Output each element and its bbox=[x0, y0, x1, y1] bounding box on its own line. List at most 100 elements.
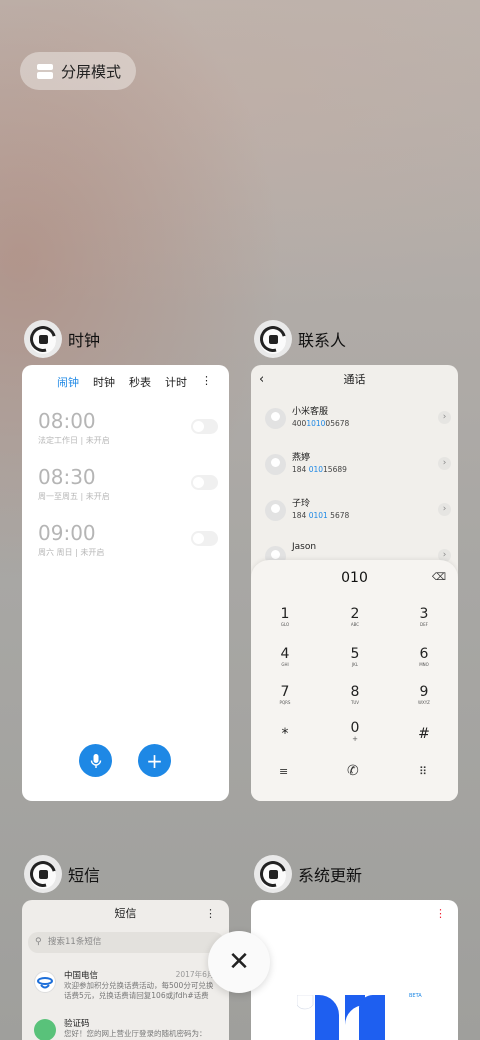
messages-app-header[interactable]: 短信 bbox=[24, 855, 100, 893]
alarm-toggle[interactable] bbox=[191, 475, 218, 490]
menu-icon[interactable]: ≡ bbox=[279, 765, 288, 778]
contact-row[interactable]: 燕婷 184 01015689 › bbox=[265, 448, 451, 482]
messages-header-title: 短信 bbox=[114, 907, 137, 920]
alarm-toggle[interactable] bbox=[191, 531, 218, 546]
key-letters: TUV bbox=[350, 700, 360, 705]
dial-key-8[interactable]: 8 TUV bbox=[335, 684, 375, 706]
dial-key-3[interactable]: 3 DEF bbox=[404, 606, 444, 628]
contacts-app-card[interactable]: ‹ 通话 小米客服 400101005678 › 燕婷 184 01015689… bbox=[251, 365, 458, 801]
contact-name: 子玲 bbox=[292, 499, 311, 509]
more-icon[interactable]: ⋮ bbox=[205, 907, 216, 920]
dial-key-6[interactable]: 6 MNO bbox=[404, 646, 444, 668]
clock-app-title: 时钟 bbox=[68, 331, 101, 350]
backspace-icon[interactable]: ⌫ bbox=[432, 572, 446, 583]
voice-alarm-button[interactable] bbox=[79, 744, 112, 777]
phone-part: 400 bbox=[292, 419, 307, 428]
telecom-logo-icon bbox=[34, 971, 56, 993]
dial-key-1[interactable]: 1 GLO bbox=[265, 606, 305, 628]
key-letters: GLO bbox=[280, 622, 290, 627]
tab-stopwatch[interactable]: 秒表 bbox=[129, 374, 151, 390]
contacts-header: ‹ 通话 bbox=[251, 365, 458, 395]
dial-key-7[interactable]: 7 PQRS bbox=[265, 684, 305, 706]
thread-preview: 您好！您的网上营业厅登录的随机密码为： bbox=[64, 1029, 207, 1038]
key-letters: + bbox=[352, 735, 358, 743]
tab-alarm[interactable]: 闹钟 bbox=[57, 374, 79, 390]
avatar bbox=[265, 500, 286, 521]
back-icon[interactable]: ‹ bbox=[259, 365, 264, 395]
messages-app-title: 短信 bbox=[68, 866, 101, 885]
messages-app-card[interactable]: 短信 ⋮ ⚲ 搜索11条短信 中国电信 2017年6月30 欢迎参加积分兑换话费… bbox=[22, 900, 229, 1040]
dial-key-0[interactable]: 0 + bbox=[335, 720, 375, 743]
phone-match: 0101 bbox=[308, 511, 328, 520]
contacts-header-title: 通话 bbox=[343, 373, 366, 386]
chevron-right-icon[interactable]: › bbox=[438, 503, 451, 516]
tab-clock[interactable]: 时钟 bbox=[93, 374, 115, 390]
contact-row[interactable]: 小米客服 400101005678 › bbox=[265, 402, 451, 436]
key-digit: 8 bbox=[350, 684, 360, 700]
split-screen-button[interactable]: 分屏模式 bbox=[20, 52, 136, 90]
clock-app-card[interactable]: 闹钟 时钟 秒表 计时 ⋮ 08:00 法定工作日 | 未开启 08:30 周一… bbox=[22, 365, 229, 801]
dialer-pad: 010 ⌫ 1 GLO 2 ABC 3 DEF 4 GHI 5 JKL 6 MNO 7 PQR… bbox=[251, 560, 458, 801]
thread-name: 中国电信 bbox=[64, 971, 99, 981]
chevron-right-icon[interactable]: › bbox=[438, 411, 451, 424]
contacts-app-icon bbox=[254, 320, 292, 358]
alarm-item[interactable]: 08:30 周一至周五 | 未开启 bbox=[38, 465, 218, 502]
key-letters: WXYZ bbox=[418, 700, 430, 705]
update-app-header[interactable]: 系统更新 bbox=[254, 855, 362, 893]
message-thread[interactable]: 中国电信 2017年6月30 欢迎参加积分兑换话费活动，每500分可兑换话费5元… bbox=[34, 969, 224, 1009]
contacts-app-header[interactable]: 联系人 bbox=[254, 320, 346, 358]
add-alarm-button[interactable]: + bbox=[138, 744, 171, 777]
key-digit: 4 bbox=[280, 646, 290, 662]
microphone-icon bbox=[90, 753, 101, 768]
dial-key-4[interactable]: 4 GHI bbox=[265, 646, 305, 668]
phone-match: 1010 bbox=[306, 419, 326, 428]
key-letters: DEF bbox=[420, 622, 428, 627]
key-letters: MNO bbox=[419, 662, 429, 667]
alarm-repeat: 法定工作日 | 未开启 bbox=[38, 436, 110, 445]
dialed-number: 010 bbox=[341, 570, 368, 586]
key-digit: 5 bbox=[350, 646, 360, 662]
dial-key-5[interactable]: 5 JKL bbox=[335, 646, 375, 668]
update-app-card[interactable]: ⋮ BETA bbox=[251, 900, 458, 1040]
contact-name: 燕婷 bbox=[292, 453, 311, 463]
miui-logo-icon bbox=[297, 995, 385, 1040]
search-input[interactable]: ⚲ 搜索11条短信 bbox=[28, 932, 224, 953]
contacts-app-title: 联系人 bbox=[298, 331, 347, 350]
more-icon[interactable]: ⋮ bbox=[201, 374, 212, 390]
split-screen-label: 分屏模式 bbox=[61, 62, 122, 81]
thread-preview: 欢迎参加积分兑换话费活动，每500分可兑换话费5元，兑换话费请回复106或jfd… bbox=[64, 981, 214, 1000]
tab-timer[interactable]: 计时 bbox=[165, 374, 187, 390]
avatar bbox=[265, 408, 286, 429]
alarm-item[interactable]: 08:00 法定工作日 | 未开启 bbox=[38, 409, 218, 446]
keypad-icon[interactable]: ⠿ bbox=[419, 765, 427, 778]
close-all-button[interactable]: ✕ bbox=[208, 931, 270, 993]
dial-key-9[interactable]: 9 WXYZ bbox=[404, 684, 444, 706]
alarm-repeat: 周六 周日 | 未开启 bbox=[38, 548, 105, 557]
contact-row[interactable]: 子玲 184 0101 5678 › bbox=[265, 494, 451, 528]
more-icon[interactable]: ⋮ bbox=[435, 907, 446, 920]
phone-part: 184 bbox=[292, 511, 309, 520]
key-digit: 0 bbox=[350, 720, 360, 736]
dial-key-star[interactable]: * bbox=[265, 726, 305, 742]
key-digit: 9 bbox=[419, 684, 429, 700]
alarm-toggle[interactable] bbox=[191, 419, 218, 434]
key-digit: 6 bbox=[419, 646, 429, 662]
alarm-item[interactable]: 09:00 周六 周日 | 未开启 bbox=[38, 521, 218, 558]
split-screen-icon bbox=[37, 63, 53, 79]
key-digit: 2 bbox=[350, 606, 360, 622]
message-thread[interactable]: 验证码 您好！您的网上营业厅登录的随机密码为： bbox=[34, 1017, 224, 1040]
key-digit: 1 bbox=[280, 606, 290, 622]
clock-app-header[interactable]: 时钟 bbox=[24, 320, 100, 358]
thread-name: 验证码 bbox=[64, 1019, 90, 1029]
key-letters: JKL bbox=[351, 662, 359, 667]
chevron-right-icon[interactable]: › bbox=[438, 457, 451, 470]
phone-part: 184 bbox=[292, 465, 309, 474]
call-icon[interactable]: ✆ bbox=[347, 763, 359, 779]
close-icon: ✕ bbox=[228, 947, 250, 977]
dial-key-2[interactable]: 2 ABC bbox=[335, 606, 375, 628]
contact-name: 小米客服 bbox=[292, 407, 329, 417]
search-icon: ⚲ bbox=[35, 937, 42, 947]
clock-tabs: 闹钟 时钟 秒表 计时 ⋮ bbox=[22, 365, 229, 390]
dial-key-hash[interactable]: # bbox=[404, 726, 444, 742]
key-digit: 3 bbox=[419, 606, 429, 622]
